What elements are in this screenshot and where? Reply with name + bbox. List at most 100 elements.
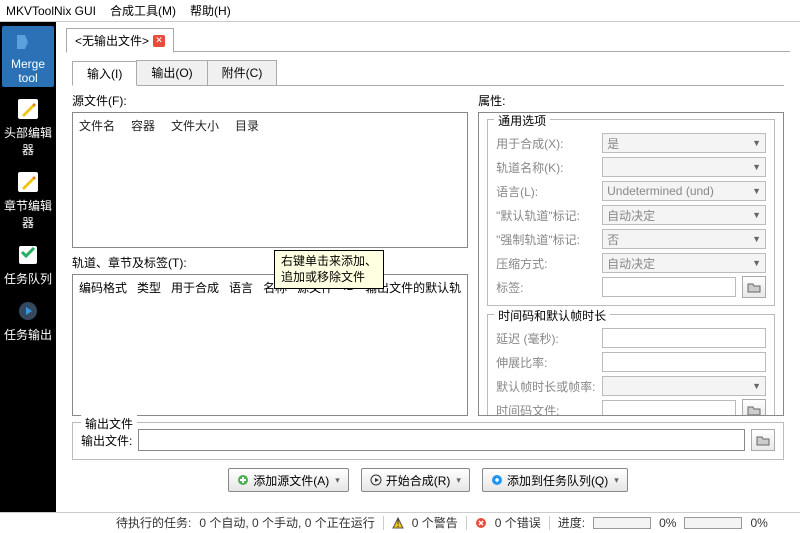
chevron-down-icon: ▾ [335, 475, 340, 486]
warning-icon: ! [392, 517, 404, 529]
document-tabs: <无输出文件> ✕ [66, 28, 790, 52]
properties-label: 属性: [478, 92, 784, 109]
warnings-count[interactable]: 0 个警告 [412, 514, 458, 531]
forcedflag-select[interactable]: 否▼ [602, 229, 766, 249]
progress-pct-total: 0% [750, 516, 767, 530]
group-timing: 时间码和默认帧时长 延迟 (毫秒): 伸展比率: [487, 314, 775, 416]
close-icon[interactable]: ✕ [153, 35, 165, 47]
group-general-title: 通用选项 [494, 112, 550, 129]
defaultdur-label: 默认帧时长或帧率: [496, 378, 596, 395]
source-files-header: 文件名 容器 文件大小 目录 [73, 113, 467, 138]
sidebar-item-merge[interactable]: Merge tool [2, 26, 54, 87]
chevron-down-icon: ▼ [752, 138, 761, 148]
defaultdur-select[interactable]: ▼ [602, 376, 766, 396]
progress-pct-current: 0% [659, 516, 676, 530]
app-title: MKVToolNix GUI [6, 4, 96, 18]
merge-icon [14, 28, 42, 56]
tab-input[interactable]: 输入(I) [72, 61, 137, 86]
chevron-down-icon: ▼ [752, 258, 761, 268]
col-lang[interactable]: 语言 [229, 279, 253, 296]
timecode-input[interactable] [602, 400, 736, 416]
play-icon [370, 474, 382, 486]
tracks-header: 编码格式 类型 用于合成 语言 名称 源文件 ID 输出文件的默认轨 [73, 275, 467, 300]
menu-help[interactable]: 帮助(H) [190, 2, 231, 19]
add-to-queue-button[interactable]: 添加到任务队列(Q) ▾ [482, 468, 628, 492]
menubar: MKVToolNix GUI 合成工具(M) 帮助(H) [0, 0, 800, 22]
output-file-input[interactable] [138, 429, 745, 451]
sidebar: Merge tool 头部编辑器 章节编辑器 任务队列 任务输出 [0, 22, 56, 512]
tab-output[interactable]: 输出(O) [136, 60, 207, 85]
sidebar-item-label: 头部编辑器 [2, 124, 54, 158]
output-browse-button[interactable] [751, 429, 775, 451]
compression-select[interactable]: 自动决定▼ [602, 253, 766, 273]
group-general: 通用选项 用于合成(X): 是▼ 轨道名称(K): ▼ [487, 119, 775, 306]
folder-open-icon [756, 434, 770, 446]
progress-bar-total [684, 517, 742, 529]
forcedflag-label: "强制轨道"标记: [496, 231, 596, 248]
folder-open-icon [747, 404, 761, 416]
progress-label: 进度: [558, 514, 585, 531]
tracks-list[interactable]: 编码格式 类型 用于合成 语言 名称 源文件 ID 输出文件的默认轨 [72, 274, 468, 416]
group-timing-title: 时间码和默认帧时长 [494, 307, 610, 324]
sidebar-item-job-queue[interactable]: 任务队列 [2, 239, 54, 289]
col-directory[interactable]: 目录 [235, 117, 259, 134]
col-mux[interactable]: 用于合成 [171, 279, 219, 296]
delay-label: 延迟 (毫秒): [496, 330, 596, 347]
menu-merge[interactable]: 合成工具(M) [110, 2, 176, 19]
col-filename[interactable]: 文件名 [79, 117, 115, 134]
sidebar-item-job-output[interactable]: 任务输出 [2, 295, 54, 345]
pencil-icon [14, 168, 42, 196]
sidebar-item-header-editor[interactable]: 头部编辑器 [2, 93, 54, 160]
defaultflag-select[interactable]: 自动决定▼ [602, 205, 766, 225]
content: <无输出文件> ✕ 输入(I) 输出(O) 附件(C) 源文件(F): 文件名 … [56, 22, 800, 512]
stretch-label: 伸展比率: [496, 354, 596, 371]
mux-label: 用于合成(X): [496, 135, 596, 152]
document-tab-title: <无输出文件> [75, 32, 149, 49]
col-codec[interactable]: 编码格式 [79, 279, 127, 296]
col-container[interactable]: 容器 [131, 117, 155, 134]
chevron-down-icon: ▼ [752, 162, 761, 172]
trackname-label: 轨道名称(K): [496, 159, 596, 176]
action-button-bar: 添加源文件(A) ▾ 开始合成(R) ▾ 添加到任务队列(Q) ▾ [72, 468, 784, 492]
output-section: 输出文件 输出文件: [72, 422, 784, 460]
tags-input[interactable] [602, 277, 736, 297]
start-mux-label: 开始合成(R) [386, 472, 451, 489]
timecode-browse-button[interactable] [742, 399, 766, 416]
col-size[interactable]: 文件大小 [171, 117, 219, 134]
pending-value: 0 个自动, 0 个手动, 0 个正在运行 [199, 514, 374, 531]
source-files-label: 源文件(F): [72, 92, 468, 109]
mux-select[interactable]: 是▼ [602, 133, 766, 153]
chevron-down-icon: ▼ [752, 210, 761, 220]
section-tabs: 输入(I) 输出(O) 附件(C) [72, 60, 784, 86]
output-file-label: 输出文件: [81, 432, 132, 449]
tooltip-line2: 追加或移除文件 [281, 270, 377, 286]
sidebar-item-label: 任务输出 [4, 326, 52, 343]
add-source-button[interactable]: 添加源文件(A) ▾ [228, 468, 349, 492]
language-select[interactable]: Undetermined (und)▼ [602, 181, 766, 201]
compression-label: 压缩方式: [496, 255, 596, 272]
col-type[interactable]: 类型 [137, 279, 161, 296]
stretch-input[interactable] [602, 352, 766, 372]
context-tooltip: 右键单击来添加、 追加或移除文件 [274, 250, 384, 289]
errors-count[interactable]: 0 个错误 [495, 514, 541, 531]
pencil-icon [14, 95, 42, 123]
tab-attachments[interactable]: 附件(C) [207, 60, 278, 85]
tags-browse-button[interactable] [742, 276, 766, 298]
sidebar-item-chapter-editor[interactable]: 章节编辑器 [2, 166, 54, 233]
gear-play-icon [14, 297, 42, 325]
timecode-label: 时间码文件: [496, 402, 596, 417]
trackname-select[interactable]: ▼ [602, 157, 766, 177]
start-mux-button[interactable]: 开始合成(R) ▾ [361, 468, 470, 492]
queue-icon [491, 474, 503, 486]
sidebar-item-label: Merge tool [2, 57, 54, 85]
chevron-down-icon: ▼ [752, 186, 761, 196]
source-files-list[interactable]: 文件名 容器 文件大小 目录 [72, 112, 468, 248]
properties-panel: 通用选项 用于合成(X): 是▼ 轨道名称(K): ▼ [478, 112, 784, 416]
progress-bar-current [593, 517, 651, 529]
add-source-label: 添加源文件(A) [253, 472, 329, 489]
language-label: 语言(L): [496, 183, 596, 200]
document-tab[interactable]: <无输出文件> ✕ [66, 28, 174, 53]
tooltip-line1: 右键单击来添加、 [281, 254, 377, 270]
tracks-label: 轨道、章节及标签(T): [72, 254, 468, 271]
delay-input[interactable] [602, 328, 766, 348]
